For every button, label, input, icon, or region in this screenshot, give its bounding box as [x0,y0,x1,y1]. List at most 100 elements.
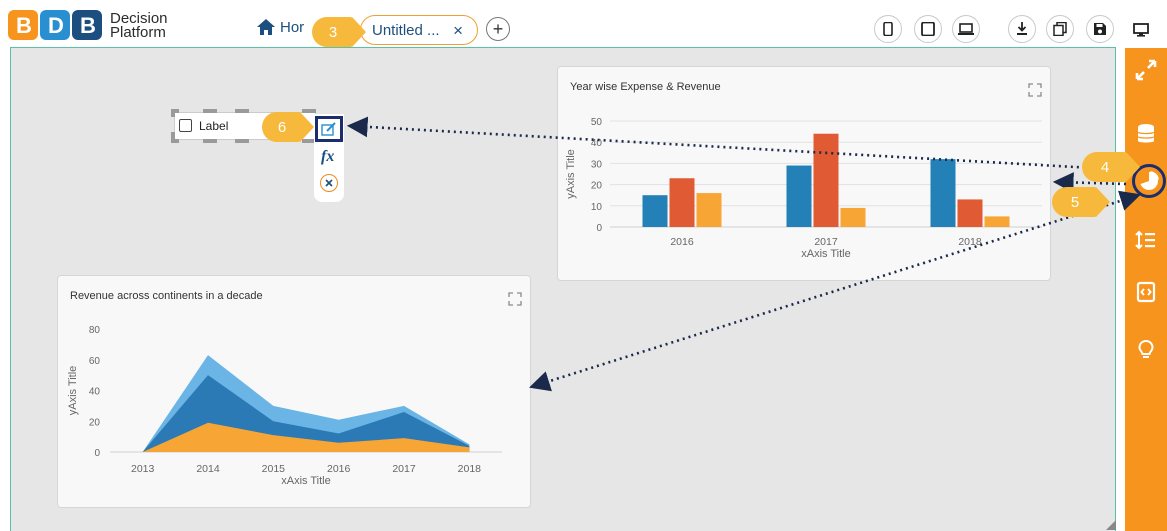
bar [813,133,839,227]
resize-handle[interactable] [203,139,217,143]
tab-label: Untitled ... [372,21,440,39]
resize-handle[interactable] [235,109,249,113]
mobile-icon [883,22,893,36]
copy-button[interactable] [1046,15,1074,43]
callout-4-number: 4 [1100,158,1110,176]
chart-pie-icon [1140,171,1159,190]
bdb-logo: B D B [8,10,102,40]
x-tick-label: 2013 [131,463,155,475]
svg-text:B: B [80,13,96,38]
resize-handle[interactable] [203,109,217,113]
y-tick-label: 0 [94,448,100,459]
tablet-view-button[interactable] [914,15,942,43]
edit-icon [321,122,336,136]
callout-4: 4 [1082,152,1128,182]
callout-4-pointer [1126,152,1140,182]
resize-handle[interactable] [171,139,179,143]
fx-icon: fx [321,148,335,165]
y-tick-label: 0 [596,223,602,234]
bar [696,193,722,227]
x-tick-label: 2017 [392,463,416,475]
download-button[interactable] [1008,15,1036,43]
label-text: Label [199,119,229,133]
logo-text: Decision Platform [110,11,168,41]
monitor-icon [1133,23,1149,37]
download-icon [1017,22,1027,35]
callout-5-pointer [1096,187,1110,217]
bar-chart-card[interactable]: Year wise Expense & Revenue 0 10 20 30 40 50 2… [557,66,1051,281]
bar [642,195,668,227]
checkbox-icon[interactable] [179,119,192,132]
bar [957,199,983,227]
x-tick-label: 2017 [814,236,838,248]
area-chart-card[interactable]: Revenue across continents in a decade 02… [57,275,531,508]
tablet-icon [921,22,935,36]
bar [984,216,1010,227]
x-tick-label: 2014 [196,463,220,475]
save-button[interactable] [1086,15,1114,43]
x-tick-label: 2018 [958,236,982,248]
home-link[interactable]: Hor [256,18,304,36]
x-tick-label: 2016 [670,236,694,248]
area-chart: 0 20 40 60 80 2013 2014 2015 2016 2017 2018 xAxis T… [67,325,502,487]
add-tab-button[interactable]: + [486,17,510,41]
bar [786,165,812,227]
top-bar: B D B Decision Platform Hor Untitled ...… [0,0,1167,48]
monitor-button[interactable] [1128,18,1154,42]
bar [930,159,956,227]
x-tick-label: 2015 [262,463,286,475]
remove-widget-button[interactable] [320,174,338,192]
y-tick-label: 20 [89,417,101,428]
code-icon[interactable] [1134,280,1158,304]
y-tick-label: 20 [591,181,603,192]
x-tick-label: 2016 [327,463,351,475]
svg-text:D: D [48,13,64,38]
y-tick-label: 10 [591,202,603,213]
y-tick-label: 80 [89,325,101,336]
callout-6-pointer [300,112,314,142]
y-tick-label: 50 [591,117,603,128]
y-tick-label: 30 [591,159,603,170]
callout-5-number: 5 [1070,193,1080,211]
callout-3-number: 3 [328,23,338,41]
resize-handle[interactable] [171,109,175,117]
home-icon [257,19,275,35]
laptop-icon [958,23,974,35]
bar [840,207,866,227]
y-tick-label: 40 [89,387,101,398]
y-tick-label: 60 [89,356,101,367]
bar-chart: 0 10 20 30 40 50 2016 2017 2018 xAxis Title yAxis … [565,117,1042,260]
edit-widget-button[interactable] [315,116,343,142]
y-axis-title: yAxis Title [67,366,79,416]
home-label: Hor [280,18,305,36]
callout-3: 3 [312,17,354,47]
svg-text:B: B [16,13,32,38]
x-tick-label: 2018 [458,463,482,475]
bar [669,178,695,227]
tab-untitled[interactable]: Untitled ... × [360,15,478,45]
save-icon [1094,23,1106,35]
callout-3-pointer [352,17,366,47]
logo-line-2: Platform [110,24,166,41]
lightbulb-icon[interactable] [1134,338,1158,362]
copy-icon [1053,22,1067,36]
mobile-view-button[interactable] [874,15,902,43]
callout-6: 6 [262,112,302,142]
callout-5: 5 [1052,187,1098,217]
laptop-view-button[interactable] [952,15,980,43]
y-axis-title: yAxis Title [565,149,577,199]
expand-icon[interactable] [1134,58,1158,82]
resize-handle[interactable] [235,139,249,143]
callout-6-number: 6 [277,118,287,136]
widget-mini-menu: fx [314,114,344,202]
x-axis-title: xAxis Title [281,475,331,487]
y-tick-label: 40 [591,138,603,149]
canvas-resize-grip[interactable] [1106,520,1116,530]
formula-button[interactable]: fx [321,148,334,166]
close-tab-icon[interactable]: × [453,21,463,41]
database-icon[interactable] [1134,122,1158,146]
x-axis-title: xAxis Title [801,248,851,260]
line-height-icon[interactable] [1134,228,1158,252]
close-circle-icon [325,179,333,187]
right-panel [1125,48,1167,531]
